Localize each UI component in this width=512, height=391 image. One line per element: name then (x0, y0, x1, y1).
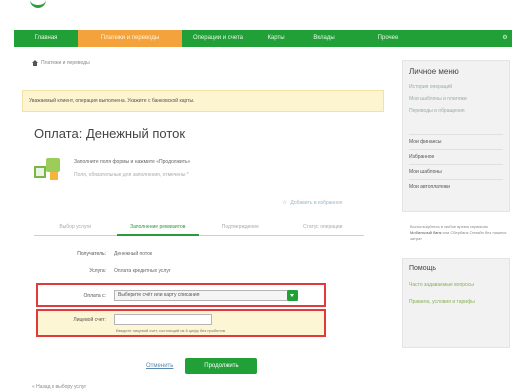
mobile-bank-link[interactable]: Мобильный банк (410, 230, 441, 235)
service-value: Оплата кредитных услуг (114, 268, 171, 274)
card-row: Оплата с: Выберите счёт или карту списан… (42, 290, 298, 301)
notice-banner: Уважаемый клиент, операция выполнена. Ук… (22, 90, 384, 112)
help-link-faq[interactable]: Часто задаваемые вопросы (409, 282, 503, 289)
form-actions: Отменить Продолжить (146, 358, 258, 374)
step-status: Статус операции (281, 222, 364, 236)
side-info-text: Воспользуйтесь в любое время сервисом Мо… (410, 224, 507, 241)
payee-row: Получатель: Денежный поток (34, 251, 152, 257)
payee-logo (34, 156, 62, 184)
card-select[interactable]: Выберите счёт или карту списания (114, 290, 298, 301)
account-row: Лицевой счет: (42, 314, 212, 325)
page-title: Оплата: Денежный поток (34, 126, 186, 141)
continue-button[interactable]: Продолжить (185, 358, 258, 374)
nav-item-other[interactable]: Прочее (350, 30, 426, 47)
card-select-value: Выберите счёт или карту списания (118, 292, 200, 298)
nav-item-cards[interactable]: Карты (254, 30, 298, 47)
breadcrumb: Платежи и переводы (32, 60, 90, 66)
step-confirm: Подтверждение (199, 222, 282, 236)
payee-value: Денежный поток (114, 251, 153, 257)
nav-item-home[interactable]: Главная (14, 30, 78, 47)
side-link-templates[interactable]: Мои шаблоны и платежи (409, 96, 503, 102)
service-label: Услуга: (89, 268, 106, 274)
required-fields-hint: Поля, обязательные для заполнения, отмеч… (74, 172, 189, 178)
chevron-down-icon[interactable] (287, 290, 298, 301)
service-row: Услуга: Оплата кредитных услуг (34, 268, 171, 274)
help-panel: Помощь Часто задаваемые вопросы Правила,… (402, 258, 510, 348)
nav-item-deposits[interactable]: Вклады (298, 30, 350, 47)
side-item-autopayments[interactable]: Мои автоплатежи (409, 179, 503, 194)
account-input[interactable] (114, 314, 212, 325)
step-select-service: Выбор услуги (34, 222, 117, 236)
payee-label: Получатель: (77, 251, 106, 257)
account-label: Лицевой счет: (73, 316, 106, 323)
side-link-transfers[interactable]: Переводы и обращения (409, 108, 503, 114)
side-link-history[interactable]: История операций (409, 84, 503, 90)
account-help-text: Введите лицевой счет, состоящий из 8 циф… (116, 328, 226, 333)
side-item-templates[interactable]: Мои шаблоны (409, 164, 503, 179)
step-fill-details: Заполнение реквизитов (116, 222, 199, 236)
side-item-favorites[interactable]: Избранное (409, 149, 503, 164)
progress-steps: Выбор услуги Заполнение реквизитов Подтв… (34, 222, 364, 236)
star-icon: ☆ (282, 200, 288, 206)
personal-menu-title: Личное меню (409, 67, 459, 76)
side-item-finances[interactable]: Мои финансы (409, 134, 503, 149)
breadcrumb-item[interactable]: Платежи и переводы (41, 60, 90, 66)
brand-logo (30, 0, 46, 8)
payee-description: Заполните поля формы и нажмите «Продолжи… (74, 159, 191, 165)
nav-item-operations[interactable]: Операции и счета (182, 30, 254, 47)
cancel-link[interactable]: Отменить (146, 363, 173, 369)
back-link[interactable]: « Назад к выбору услуг (32, 384, 86, 390)
nav-item-payments[interactable]: Платежи и переводы (78, 30, 182, 47)
settings-icon[interactable]: ⚙ (498, 30, 512, 47)
card-label: Оплата с: (83, 292, 106, 299)
personal-menu: Личное меню История операций Мои шаблоны… (402, 60, 510, 212)
help-title: Помощь (409, 265, 437, 272)
add-to-favorites-link[interactable]: ☆ Добавить в избранное (282, 199, 343, 207)
help-link-rules[interactable]: Правила, условия и тарифы (409, 299, 503, 306)
home-icon[interactable] (32, 60, 38, 66)
add-to-favorites-label: Добавить в избранное (290, 199, 343, 206)
main-navigation: Главная Платежи и переводы Операции и сч… (14, 30, 512, 47)
